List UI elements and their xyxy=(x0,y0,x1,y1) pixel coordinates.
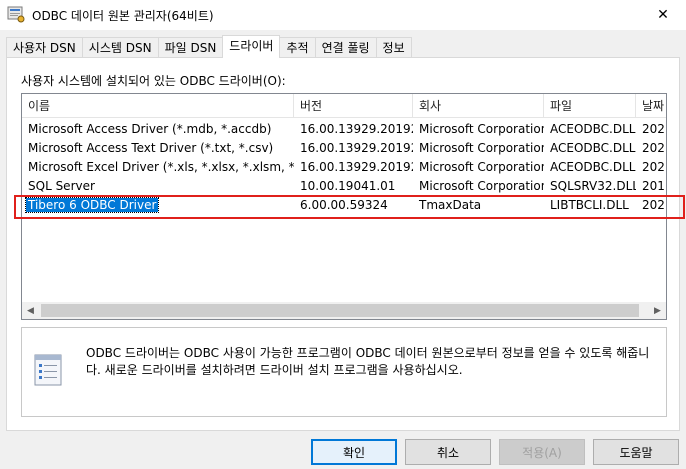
driver-company: Microsoft Corporation xyxy=(419,141,544,155)
driver-version: 10.00.19041.01 xyxy=(300,179,396,193)
close-icon: ✕ xyxy=(657,7,669,23)
driver-date: 202 xyxy=(642,141,665,155)
list-item-selected[interactable]: Tibero 6 ODBC Driver 6.00.00.59324 TmaxD… xyxy=(22,196,666,215)
tab-tracing[interactable]: 추적 xyxy=(279,37,316,58)
driver-date: 201 xyxy=(642,179,665,193)
column-header-name[interactable]: 이름 xyxy=(22,94,294,118)
ok-button[interactable]: 확인 xyxy=(311,439,397,465)
driver-file: ACEODBC.DLL xyxy=(550,122,636,136)
odbc-app-icon xyxy=(7,6,25,23)
title-bar: ODBC 데이터 원본 관리자(64비트) ✕ xyxy=(0,0,686,30)
driver-file: LIBTBCLI.DLL xyxy=(550,198,629,212)
drivers-panel: 사용자 시스템에 설치되어 있는 ODBC 드라이버(O): 이름 버전 회사 … xyxy=(6,57,680,431)
close-button[interactable]: ✕ xyxy=(640,0,686,30)
driver-company: Microsoft Corporation xyxy=(419,122,544,136)
help-button[interactable]: 도움말 xyxy=(593,439,679,465)
scrollbar-thumb[interactable] xyxy=(41,304,639,317)
list-header: 이름 버전 회사 파일 날짜 xyxy=(22,94,666,118)
driver-date: 202 xyxy=(642,160,665,174)
list-item[interactable]: SQL Server 10.00.19041.01 Microsoft Corp… xyxy=(22,177,666,196)
list-item[interactable]: Microsoft Access Driver (*.mdb, *.accdb)… xyxy=(22,120,666,139)
tab-connection-pooling[interactable]: 연결 풀링 xyxy=(314,37,377,58)
driver-date: 202 xyxy=(642,198,665,212)
column-header-version[interactable]: 버전 xyxy=(294,94,413,118)
tab-user-dsn[interactable]: 사용자 DSN xyxy=(6,37,83,58)
column-header-date[interactable]: 날짜 xyxy=(636,94,666,118)
driver-company: Microsoft Corporation xyxy=(419,160,544,174)
tab-drivers[interactable]: 드라이버 xyxy=(222,35,281,58)
column-header-company[interactable]: 회사 xyxy=(413,94,544,118)
description-text: ODBC 드라이버는 ODBC 사용이 가능한 프로그램이 ODBC 데이터 원… xyxy=(86,346,650,377)
driver-version: 16.00.13929.20192 xyxy=(300,141,413,155)
window-title: ODBC 데이터 원본 관리자(64비트) xyxy=(32,9,214,23)
apply-button[interactable]: 적용(A) xyxy=(499,439,585,465)
driver-info-icon xyxy=(34,354,62,386)
tab-system-dsn[interactable]: 시스템 DSN xyxy=(81,37,159,58)
horizontal-scrollbar[interactable]: ◀ ▶ xyxy=(22,302,666,319)
tab-strip: 사용자 DSN 시스템 DSN 파일 DSN 드라이버 추적 연결 풀링 정보 xyxy=(6,35,412,58)
driver-version: 6.00.00.59324 xyxy=(300,198,388,212)
driver-name: Microsoft Excel Driver (*.xls, *.xlsx, *… xyxy=(28,160,294,174)
driver-name: Tibero 6 ODBC Driver xyxy=(22,196,294,215)
scroll-right-icon[interactable]: ▶ xyxy=(649,302,666,319)
drivers-list[interactable]: 이름 버전 회사 파일 날짜 Microsoft Access Driver (… xyxy=(21,93,667,320)
scroll-left-icon[interactable]: ◀ xyxy=(22,302,39,319)
driver-file: SQLSRV32.DLL xyxy=(550,179,636,193)
cancel-button[interactable]: 취소 xyxy=(405,439,491,465)
driver-name: SQL Server xyxy=(28,179,95,193)
driver-file: ACEODBC.DLL xyxy=(550,160,636,174)
drivers-list-label: 사용자 시스템에 설치되어 있는 ODBC 드라이버(O): xyxy=(21,74,286,88)
driver-name: Microsoft Access Driver (*.mdb, *.accdb) xyxy=(28,122,272,136)
selected-driver-name: Tibero 6 ODBC Driver xyxy=(24,197,160,213)
driver-version: 16.00.13929.20192 xyxy=(300,160,413,174)
column-header-file[interactable]: 파일 xyxy=(544,94,636,118)
description-box: ODBC 드라이버는 ODBC 사용이 가능한 프로그램이 ODBC 데이터 원… xyxy=(21,327,667,417)
driver-company: Microsoft Corporation xyxy=(419,179,544,193)
driver-version: 16.00.13929.20192 xyxy=(300,122,413,136)
list-item[interactable]: Microsoft Access Text Driver (*.txt, *.c… xyxy=(22,139,666,158)
tab-file-dsn[interactable]: 파일 DSN xyxy=(157,37,224,58)
driver-company: TmaxData xyxy=(419,198,482,212)
tab-about[interactable]: 정보 xyxy=(375,37,412,58)
driver-file: ACEODBC.DLL xyxy=(550,141,636,155)
driver-date: 202 xyxy=(642,122,665,136)
driver-name: Microsoft Access Text Driver (*.txt, *.c… xyxy=(28,141,274,155)
list-item[interactable]: Microsoft Excel Driver (*.xls, *.xlsx, *… xyxy=(22,158,666,177)
